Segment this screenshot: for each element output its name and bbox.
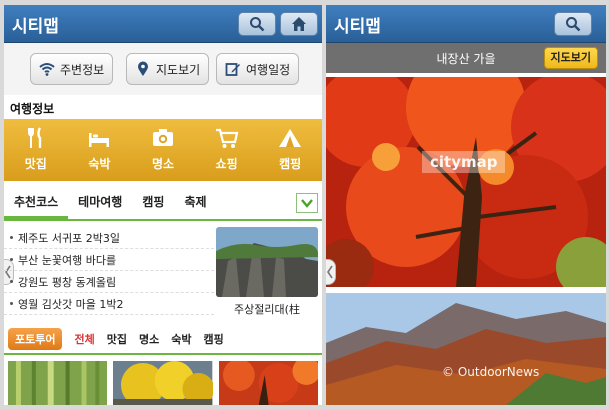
list-item[interactable]: 영월 김삿갓 마을 1박2 (4, 293, 214, 315)
filter-lodging[interactable]: 숙박 (171, 331, 191, 347)
category-restaurant-label: 맛집 (24, 157, 47, 171)
tab-theme-travel[interactable]: 테마여행 (68, 185, 132, 219)
coastal-rocks-image (216, 227, 318, 297)
nearby-info-button[interactable]: 주변정보 (30, 53, 114, 85)
category-camping[interactable]: 캠핑 (258, 119, 322, 181)
course-thumbnail[interactable] (216, 227, 318, 297)
list-item[interactable]: 강원도 평창 동계올림 (4, 271, 214, 293)
detail-header: 내장산 가을 지도보기 (326, 43, 606, 73)
category-camping-label: 캠핑 (279, 157, 302, 171)
tab-camping[interactable]: 캠핑 (132, 185, 174, 219)
course-tabs: 추천코스 테마여행 캠핑 축제 (4, 185, 322, 221)
quick-menu: 주변정보 지도보기 여행일정 (4, 43, 322, 95)
chevron-down-icon (301, 199, 313, 208)
outdoornews-watermark: © OutdoorNews (442, 365, 540, 379)
course-title: 영월 김삿갓 마을 1박2 (18, 297, 124, 311)
map-view-button[interactable]: 지도보기 (543, 47, 598, 69)
citymap-watermark: citymap (422, 151, 506, 173)
search-button[interactable] (238, 12, 276, 36)
filter-all[interactable]: 전체 (74, 331, 94, 347)
bullet (10, 280, 13, 283)
bullet (10, 302, 13, 305)
filter-attraction[interactable]: 명소 (139, 331, 159, 347)
fork-knife-icon (27, 127, 41, 148)
bed-icon (89, 133, 110, 147)
category-shopping-label: 쇼핑 (215, 157, 238, 171)
cart-icon (215, 128, 238, 148)
category-shopping[interactable]: 쇼핑 (195, 119, 259, 181)
search-button[interactable] (554, 12, 592, 36)
photo-strip (4, 361, 322, 405)
tent-icon (279, 129, 302, 147)
filter-restaurant[interactable]: 맛집 (107, 331, 127, 347)
course-list: 제주도 서귀포 2박3일 부산 눈꽃여행 바다를 강원도 평창 동계올림 영월 … (4, 227, 214, 315)
tab-festival[interactable]: 축제 (174, 185, 216, 219)
category-lodging[interactable]: 숙박 (68, 119, 132, 181)
nearby-info-label: 주변정보 (60, 62, 105, 77)
travel-info-title: 여행정보 (10, 102, 55, 116)
map-view-button[interactable]: 지도보기 (126, 53, 210, 85)
maple-tree-photo[interactable] (326, 77, 606, 287)
filter-camping[interactable]: 캠핑 (203, 331, 223, 347)
category-lodging-label: 숙박 (88, 157, 111, 171)
top-bar: 시티맵 (326, 5, 606, 43)
camera-icon (152, 129, 173, 146)
home-icon (292, 17, 306, 31)
detail-screen: 시티맵 내장산 가을 지도보기 citymap © OutdoorNews (326, 5, 606, 405)
category-attraction-label: 명소 (151, 157, 175, 171)
course-title: 부산 눈꽃여행 바다를 (18, 253, 117, 267)
mountain-photo[interactable] (326, 293, 606, 405)
map-view-label: 지도보기 (156, 62, 201, 77)
tab-expand-button[interactable] (296, 193, 318, 213)
top-bar: 시티맵 (4, 5, 322, 43)
ginkgo-photo[interactable] (113, 361, 213, 405)
wifi-icon (39, 63, 55, 76)
bamboo-photo[interactable] (8, 361, 108, 405)
bullet (10, 236, 13, 239)
app-title: 시티맵 (12, 17, 59, 37)
bullet (10, 258, 13, 261)
prev-arrow[interactable] (326, 259, 336, 285)
travel-schedule-button[interactable]: 여행일정 (216, 53, 300, 85)
app-title: 시티맵 (334, 17, 381, 37)
chevron-left-icon (327, 265, 333, 279)
course-title: 강원도 평창 동계올림 (18, 275, 117, 289)
search-icon (250, 17, 265, 32)
list-item[interactable]: 부산 눈꽃여행 바다를 (4, 249, 214, 271)
map-pin-icon (138, 61, 148, 76)
main-screen: 시티맵 주변정보 지도보기 여행일정 여행정보 맛집 숙박 명소 쇼핑 캠핑 추… (4, 5, 322, 405)
search-icon (566, 17, 581, 32)
course-title: 제주도 서귀포 2박3일 (18, 231, 120, 245)
category-bar: 맛집 숙박 명소 쇼핑 캠핑 (4, 119, 322, 181)
travel-schedule-label: 여행일정 (246, 62, 291, 77)
thumbnail-caption: 주상절리대(柱 (234, 303, 300, 316)
category-restaurant[interactable]: 맛집 (4, 119, 68, 181)
category-attraction[interactable]: 명소 (131, 119, 195, 181)
home-button[interactable] (280, 12, 318, 36)
autumn-maple-photo[interactable] (218, 361, 318, 405)
list-item[interactable]: 제주도 서귀포 2박3일 (4, 227, 214, 249)
tab-recommended[interactable]: 추천코스 (4, 185, 69, 219)
edit-icon (225, 63, 240, 76)
photo-tour-badge[interactable]: 포토투어 (8, 328, 63, 350)
photo-tour-bar: 포토투어 전체 맛집 명소 숙박 캠핑 (4, 325, 322, 355)
